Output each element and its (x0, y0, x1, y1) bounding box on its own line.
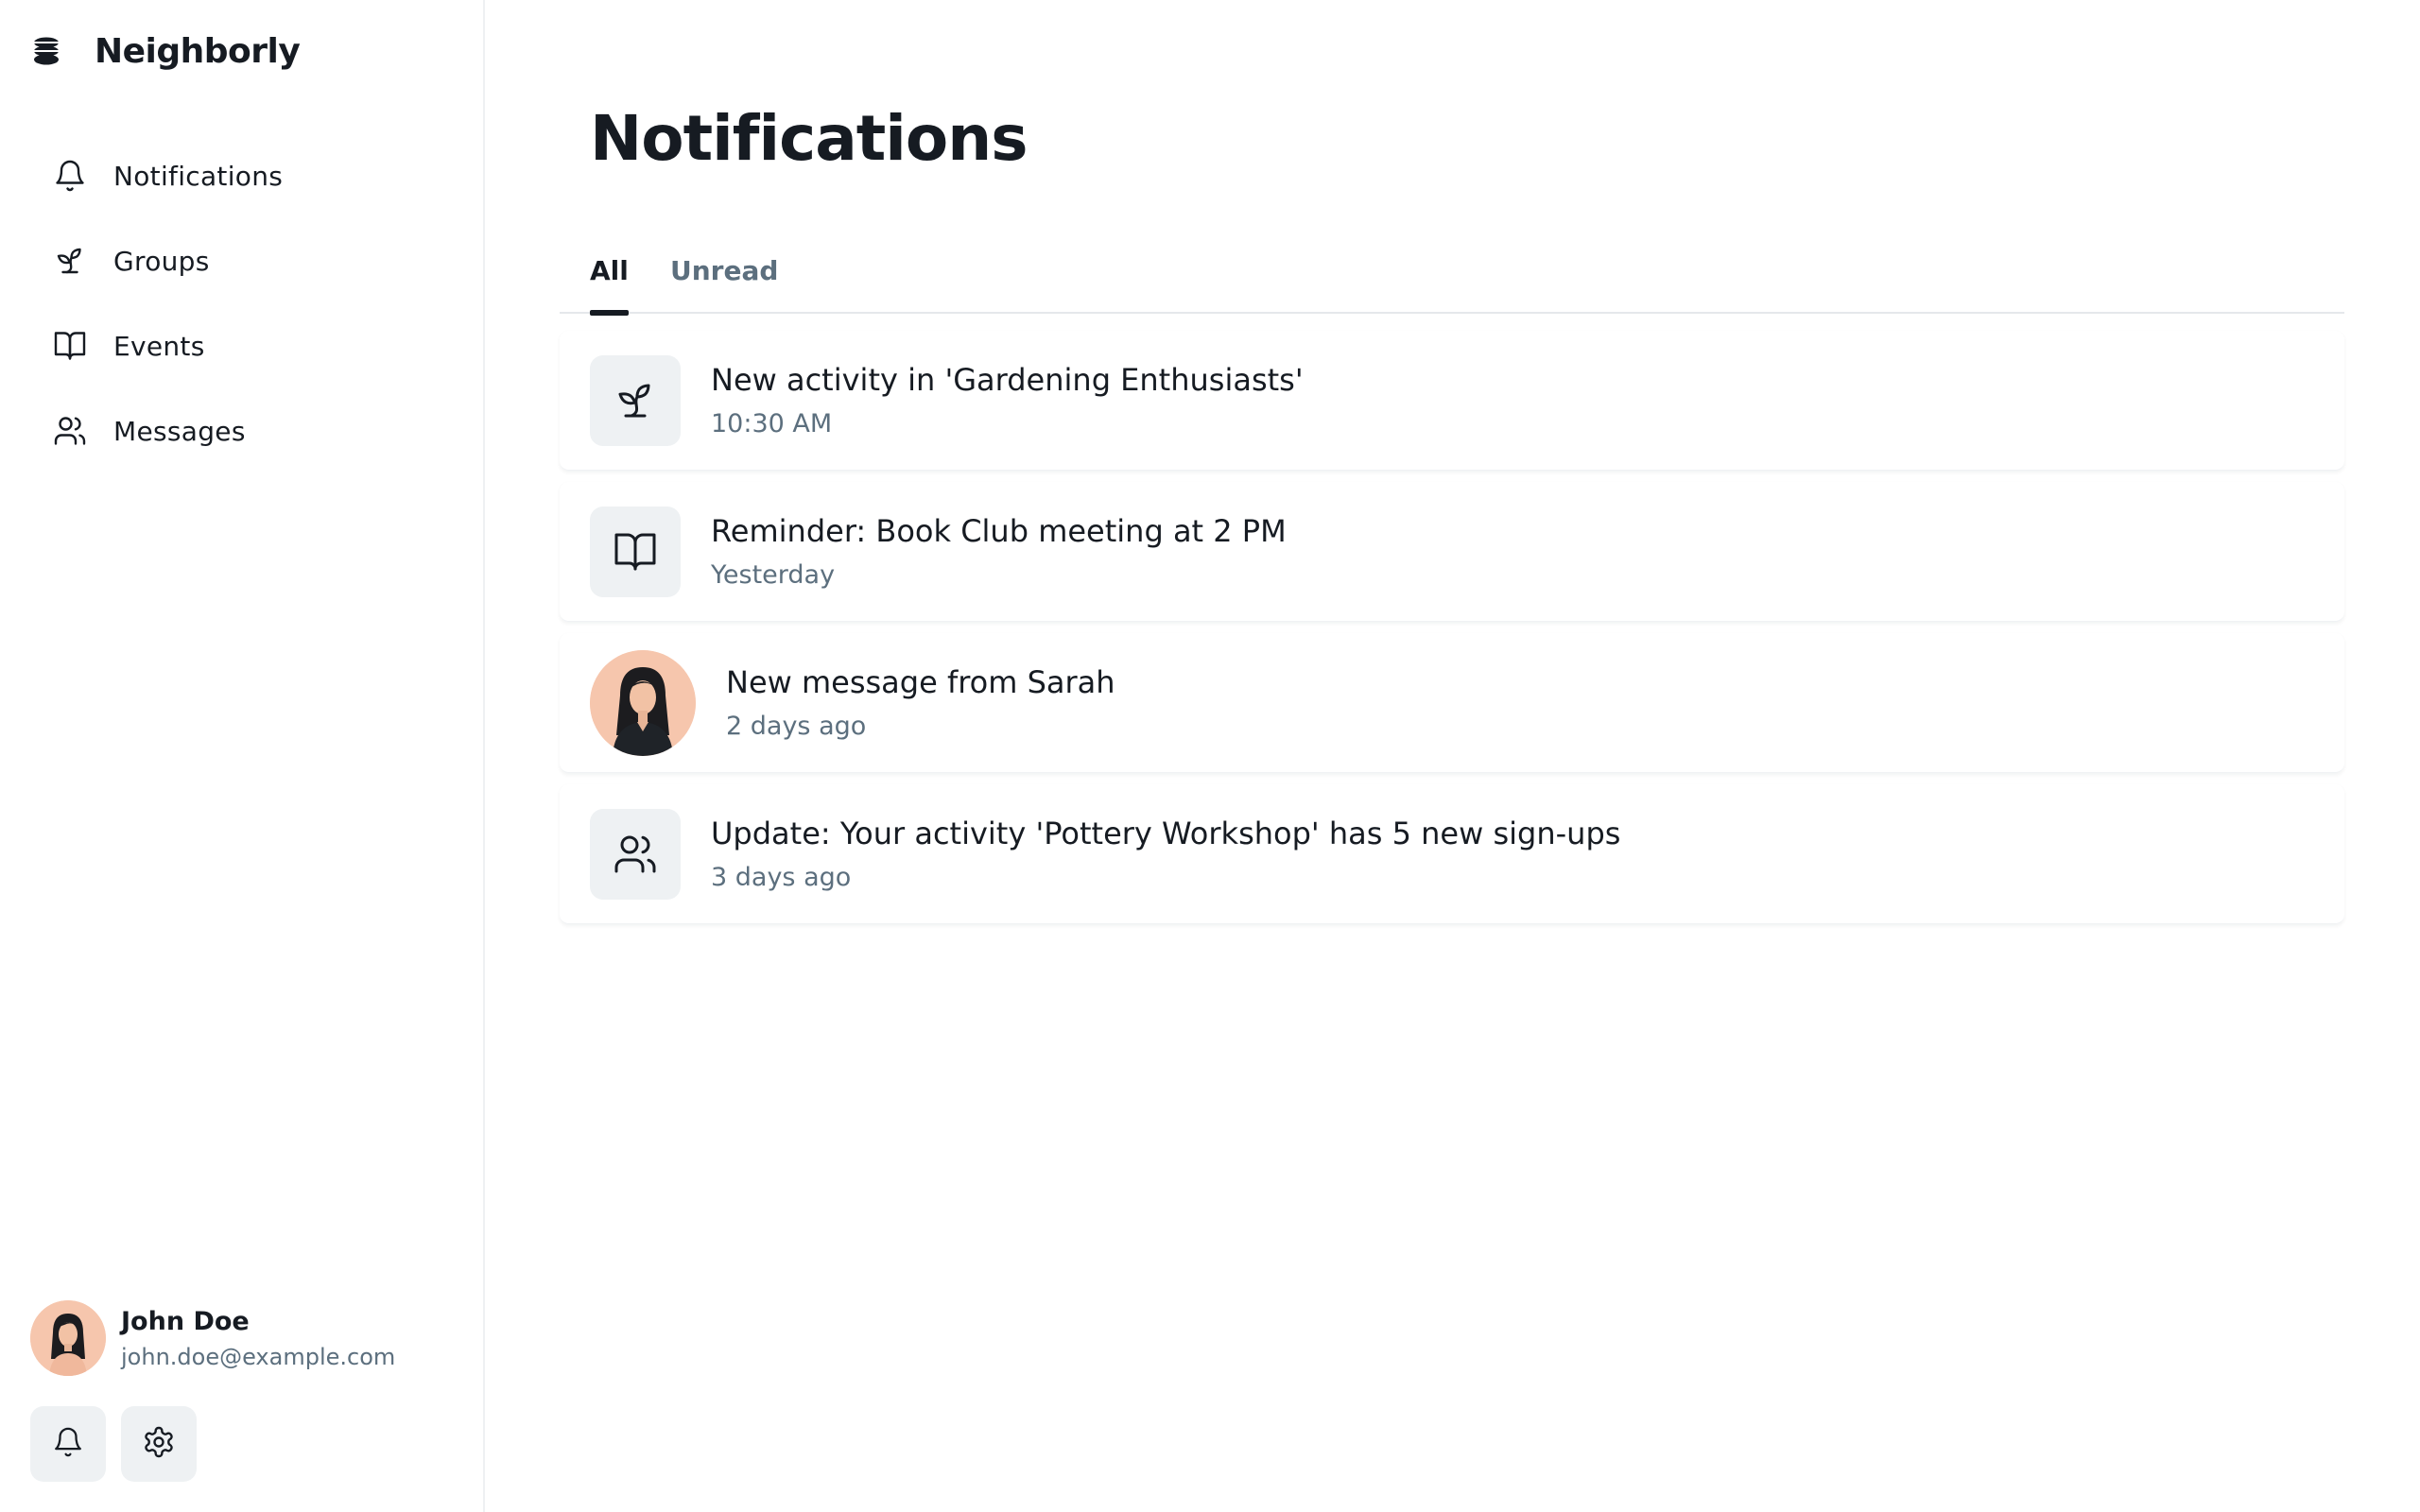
users-icon (51, 412, 89, 450)
page-title: Notifications (590, 102, 1028, 175)
main-content: Notifications All Unread New activity in… (485, 0, 2420, 1512)
bell-icon (51, 157, 89, 195)
tab-unread[interactable]: Unread (670, 227, 778, 314)
gear-icon (142, 1425, 176, 1463)
list-item[interactable]: Reminder: Book Club meeting at 2 PM Yest… (560, 482, 2344, 622)
user-name: John Doe (121, 1306, 250, 1336)
notification-title: New activity in 'Gardening Enthusiasts' (711, 362, 1304, 398)
sprout-icon (590, 354, 681, 446)
tab-all[interactable]: All (590, 227, 629, 316)
avatar (590, 649, 696, 756)
sidebar-item-label: Messages (113, 415, 246, 447)
book-open-icon (590, 506, 681, 597)
notification-tabs: All Unread (560, 227, 2344, 316)
notifications-button[interactable] (30, 1406, 106, 1482)
book-open-icon (51, 327, 89, 365)
stack-logo-icon (30, 35, 62, 67)
notification-title: Reminder: Book Club meeting at 2 PM (711, 513, 1287, 549)
notification-time: 2 days ago (726, 712, 867, 741)
sidebar-quick-actions (30, 1406, 197, 1482)
bell-icon (52, 1426, 84, 1462)
sprout-icon (51, 242, 89, 280)
settings-button[interactable] (121, 1406, 197, 1482)
sidebar-item-label: Groups (113, 245, 210, 277)
avatar (30, 1300, 106, 1376)
notification-time: Yesterday (711, 560, 836, 590)
list-item[interactable]: New message from Sarah 2 days ago (560, 633, 2344, 773)
sidebar-nav: Notifications Groups Events Messages (28, 142, 454, 482)
brand[interactable]: Neighborly (30, 28, 301, 74)
user-profile[interactable]: John Doe john.doe@example.com (30, 1300, 395, 1376)
sidebar-item-notifications[interactable]: Notifications (28, 142, 454, 210)
user-email: john.doe@example.com (121, 1343, 396, 1370)
brand-name: Neighborly (95, 31, 301, 71)
sidebar-item-messages[interactable]: Messages (28, 397, 454, 465)
sidebar-item-groups[interactable]: Groups (28, 227, 454, 295)
notification-title: Update: Your activity 'Pottery Workshop'… (711, 816, 1621, 851)
list-item[interactable]: New activity in 'Gardening Enthusiasts' … (560, 331, 2344, 471)
notification-time: 10:30 AM (711, 409, 833, 438)
notification-title: New message from Sarah (726, 664, 1115, 700)
list-item[interactable]: Update: Your activity 'Pottery Workshop'… (560, 784, 2344, 924)
notification-list: New activity in 'Gardening Enthusiasts' … (560, 331, 2344, 936)
sidebar-item-label: Events (113, 330, 205, 362)
app-root: Neighborly Notifications Groups Events M… (0, 0, 2420, 1512)
sidebar-item-events[interactable]: Events (28, 312, 454, 380)
users-icon (590, 808, 681, 900)
notification-time: 3 days ago (711, 863, 852, 892)
sidebar-item-label: Notifications (113, 160, 284, 192)
sidebar: Neighborly Notifications Groups Events M… (0, 0, 485, 1512)
